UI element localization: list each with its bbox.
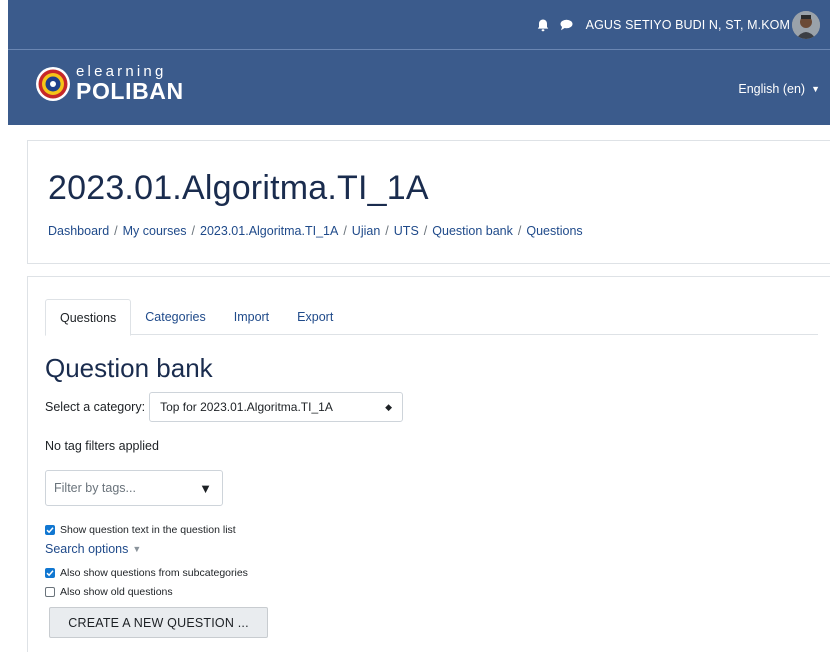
course-header: 2023.01.Algoritma.TI_1A Dashboard / My c… [27, 140, 830, 264]
site-logo[interactable]: elearning POLIBAN [34, 64, 184, 103]
breadcrumb-separator: / [114, 224, 118, 238]
poliban-logo-icon [34, 65, 72, 103]
old-questions-label[interactable]: Also show old questions [60, 586, 173, 598]
search-options-toggle[interactable]: Search options ▼ [45, 542, 141, 556]
old-questions-checkbox[interactable] [45, 587, 55, 597]
tag-filter-placeholder: Filter by tags... [54, 481, 136, 495]
tab-categories[interactable]: Categories [131, 299, 219, 335]
caret-down-icon: ▼ [132, 544, 142, 554]
subcategories-row: Also show questions from subcategories [45, 567, 248, 579]
show-question-text-row: Show question text in the question list [45, 524, 236, 536]
top-navbar: AGUS SETIYO BUDI N, ST, M.KOM [8, 0, 830, 50]
breadcrumb-ujian[interactable]: Ujian [352, 224, 381, 238]
tab-export[interactable]: Export [283, 299, 347, 335]
avatar[interactable] [792, 11, 820, 39]
question-bank-card: Questions Categories Import Export Quest… [27, 276, 830, 652]
category-select-value: Top for 2023.01.Algoritma.TI_1A [160, 400, 333, 414]
breadcrumb-questions[interactable]: Questions [526, 224, 582, 238]
language-label: English (en) [738, 82, 806, 96]
category-select[interactable]: Top for 2023.01.Algoritma.TI_1A ◆ [149, 392, 404, 422]
user-name[interactable]: AGUS SETIYO BUDI N, ST, M.KOM [586, 18, 790, 32]
tag-filter-input[interactable]: Filter by tags... ▼ [45, 470, 223, 506]
category-row: Select a category: Top for 2023.01.Algor… [45, 392, 404, 422]
tab-import[interactable]: Import [220, 299, 283, 335]
breadcrumb-separator: / [423, 224, 428, 238]
search-options-label: Search options [45, 542, 129, 556]
breadcrumb-separator: / [343, 224, 347, 238]
tag-filter-status: No tag filters applied [45, 439, 159, 453]
question-bank-heading: Question bank [45, 353, 213, 383]
page-title: 2023.01.Algoritma.TI_1A [48, 169, 429, 207]
category-label: Select a category: [45, 400, 146, 414]
logo-small-text: elearning [76, 63, 167, 80]
user-area: AGUS SETIYO BUDI N, ST, M.KOM [532, 0, 830, 50]
breadcrumb-question-bank[interactable]: Question bank [432, 224, 513, 238]
bell-icon[interactable] [532, 14, 554, 36]
tab-bar: Questions Categories Import Export [45, 299, 818, 336]
breadcrumb-my-courses[interactable]: My courses [123, 224, 187, 238]
old-questions-row: Also show old questions [45, 586, 173, 598]
page-left-edge [0, 0, 8, 652]
breadcrumb-course[interactable]: 2023.01.Algoritma.TI_1A [200, 224, 338, 238]
user-menu-caret[interactable] [820, 0, 830, 50]
subcategories-label[interactable]: Also show questions from subcategories [60, 567, 248, 579]
show-question-text-checkbox[interactable] [45, 525, 55, 535]
breadcrumb-separator: / [191, 224, 196, 238]
tab-questions[interactable]: Questions [45, 299, 132, 336]
breadcrumb-dashboard[interactable]: Dashboard [48, 224, 109, 238]
subcategories-checkbox[interactable] [45, 568, 55, 578]
caret-down-icon: ▼ [811, 84, 820, 94]
language-menu[interactable]: English (en) ▼ [738, 82, 820, 96]
logo-text: elearning POLIBAN [76, 64, 184, 103]
chat-bubble-icon[interactable] [556, 14, 578, 36]
breadcrumb: Dashboard / My courses / 2023.01.Algorit… [48, 224, 583, 238]
breadcrumb-separator: / [385, 224, 389, 238]
select-arrows-icon: ◆ [385, 401, 393, 412]
create-new-question-button[interactable]: CREATE A NEW QUESTION ... [49, 607, 268, 638]
show-question-text-label[interactable]: Show question text in the question list [60, 524, 236, 536]
breadcrumb-uts[interactable]: UTS [394, 224, 419, 238]
brand-bar: elearning POLIBAN English (en) ▼ [8, 50, 830, 125]
breadcrumb-separator: / [517, 224, 522, 238]
logo-big-text: POLIBAN [76, 78, 184, 104]
dropdown-triangle-icon: ▼ [199, 480, 212, 496]
